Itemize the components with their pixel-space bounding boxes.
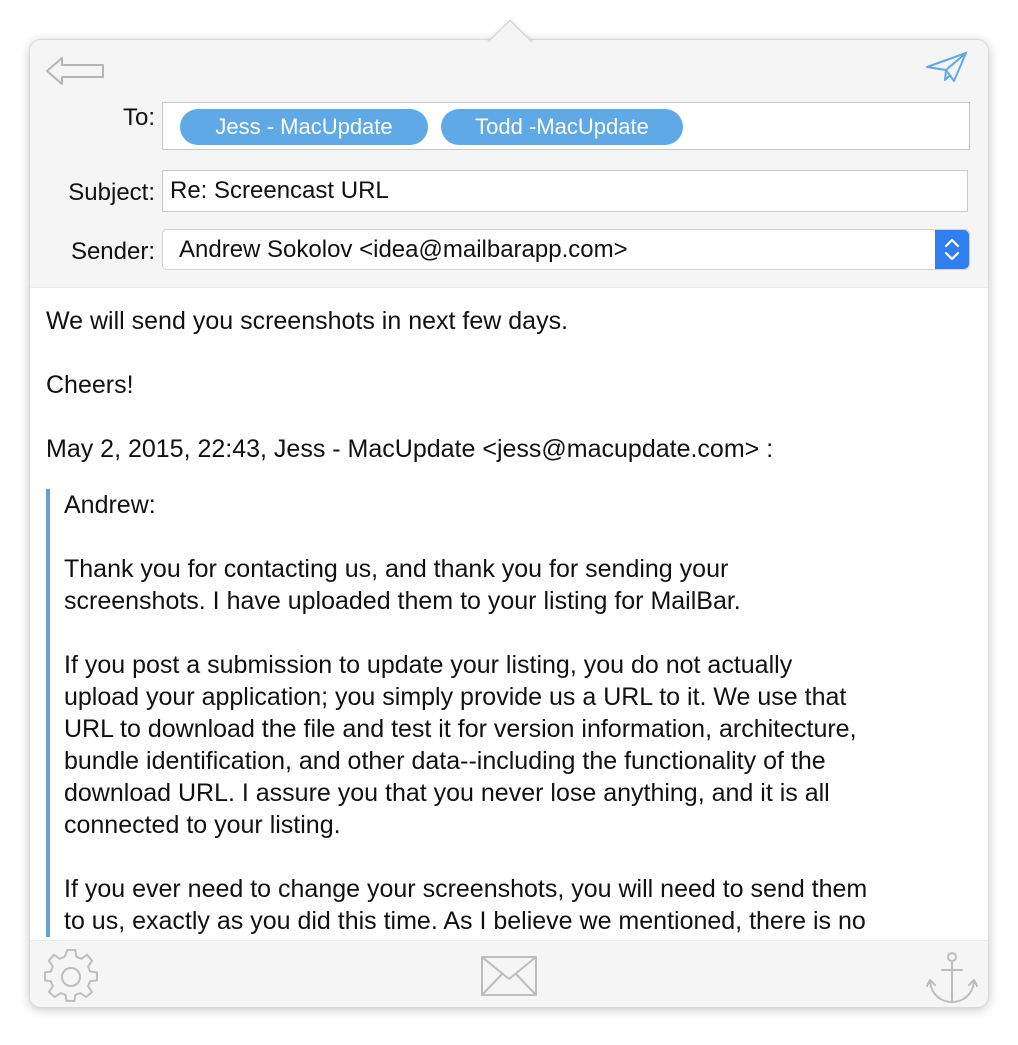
chevron-updown-icon[interactable] (935, 230, 969, 269)
sender-select[interactable]: Andrew Sokolov <idea@mailbarapp.com> (162, 229, 970, 270)
reply-attribution: May 2, 2015, 22:43, Jess - MacUpdate <je… (46, 435, 774, 463)
to-label: To: (122, 104, 155, 131)
quoted-message: Andrew: Thank you for contacting us, and… (46, 489, 974, 937)
bottom-toolbar (30, 940, 988, 1007)
compose-header: To: Jess - MacUpdate Todd -MacUpdate Sub… (30, 40, 988, 288)
anchor-icon[interactable] (926, 950, 978, 1006)
popover-arrow (484, 14, 534, 42)
sender-label: Sender: (70, 238, 155, 265)
quote-greeting: Andrew: (64, 491, 156, 519)
recipient-token[interactable]: Jess - MacUpdate (180, 109, 428, 145)
subject-field[interactable]: Re: Screencast URL (162, 170, 968, 212)
sender-value: Andrew Sokolov <idea@mailbarapp.com> (179, 236, 628, 263)
back-arrow-icon[interactable] (44, 54, 106, 88)
quote-paragraph: If you post a submission to update your … (64, 651, 857, 839)
recipient-token[interactable]: Todd -MacUpdate (441, 109, 683, 145)
subject-label: Subject: (68, 179, 155, 206)
message-line: Cheers! (46, 371, 134, 399)
compose-popover: To: Jess - MacUpdate Todd -MacUpdate Sub… (29, 39, 989, 1008)
paper-plane-icon[interactable] (924, 50, 970, 84)
quote-paragraph: Thank you for contacting us, and thank y… (64, 555, 741, 615)
envelope-icon[interactable] (480, 955, 538, 997)
quote-paragraph: If you ever need to change your screensh… (64, 875, 868, 935)
message-body[interactable]: We will send you screenshots in next few… (30, 288, 988, 940)
message-line: We will send you screenshots in next few… (46, 307, 569, 335)
to-field[interactable]: Jess - MacUpdate Todd -MacUpdate (162, 102, 970, 150)
gear-icon[interactable] (43, 948, 99, 1005)
